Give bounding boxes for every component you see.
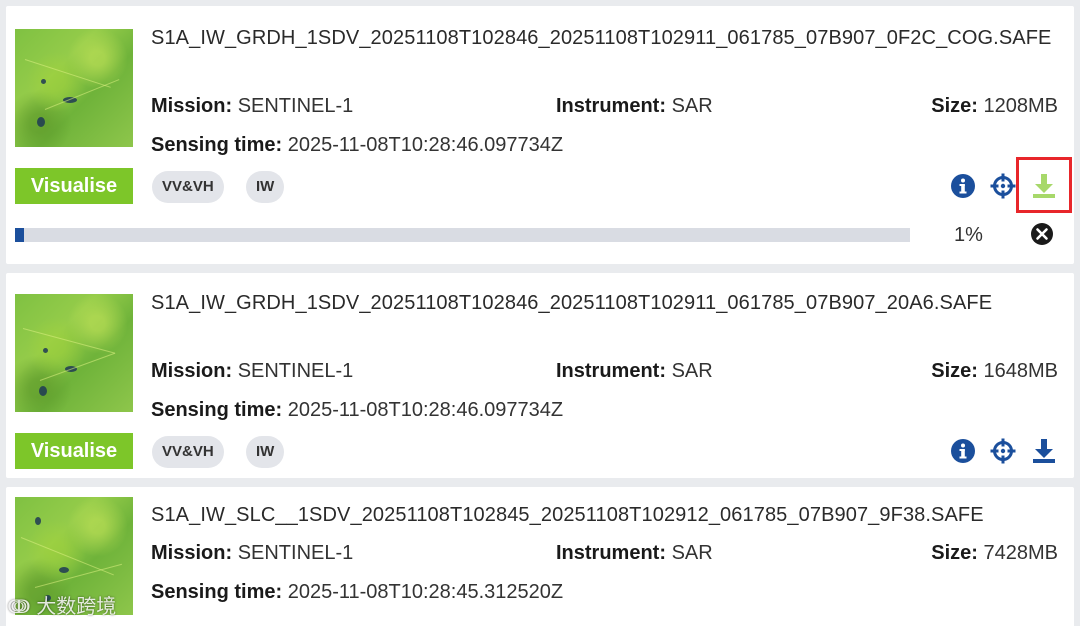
- watermark-logo-icon: ↈ: [8, 594, 30, 618]
- product-card: S1A_IW_SLC__1SDV_20251108T102845_2025110…: [6, 487, 1074, 626]
- mode-badge: IW: [246, 171, 285, 203]
- instrument-field: Instrument: SAR: [556, 541, 713, 565]
- sensing-time-field: Sensing time: 2025-11-08T10:28:45.312520…: [151, 580, 563, 604]
- instrument-value: SAR: [671, 542, 713, 564]
- product-card: S1A_IW_GRDH_1SDV_20251108T102846_2025110…: [6, 6, 1074, 264]
- mission-label: Mission:: [151, 542, 233, 564]
- visualise-button[interactable]: Visualise: [15, 168, 133, 204]
- size-label: Size:: [931, 542, 978, 564]
- polarisation-badge: VV&VH: [152, 436, 224, 468]
- mission-field: Mission: SENTINEL-1: [151, 94, 353, 118]
- visualise-button[interactable]: Visualise: [15, 433, 133, 469]
- instrument-label: Instrument:: [556, 95, 666, 117]
- download-progress-text: 1%: [954, 224, 983, 246]
- size-field: Size: 7428MB: [931, 541, 1058, 565]
- mode-badge: IW: [246, 436, 285, 468]
- crosshair-icon[interactable]: [989, 437, 1017, 465]
- instrument-field: Instrument: SAR: [556, 94, 713, 118]
- polarisation-badge: VV&VH: [152, 171, 224, 203]
- mission-value: SENTINEL-1: [237, 360, 354, 382]
- product-card: S1A_IW_GRDH_1SDV_20251108T102846_2025110…: [6, 273, 1074, 478]
- size-value: 1208MB: [983, 95, 1059, 117]
- info-icon[interactable]: [949, 172, 977, 200]
- size-label: Size:: [931, 360, 978, 382]
- sensing-time-value: 2025-11-08T10:28:46.097734Z: [287, 134, 564, 156]
- download-progress-bar: [15, 228, 910, 242]
- sensing-time-value: 2025-11-08T10:28:45.312520Z: [287, 581, 564, 603]
- product-list: S1A_IW_GRDH_1SDV_20251108T102846_2025110…: [0, 0, 1080, 626]
- product-title: S1A_IW_GRDH_1SDV_20251108T102846_2025110…: [151, 292, 993, 314]
- size-value: 7428MB: [983, 542, 1059, 564]
- size-label: Size:: [931, 95, 978, 117]
- watermark-text: 大数跨境: [36, 594, 117, 618]
- download-icon[interactable]: [1030, 437, 1058, 465]
- sensing-time-label: Sensing time:: [151, 399, 283, 421]
- mission-field: Mission: SENTINEL-1: [151, 541, 353, 565]
- size-field: Size: 1208MB: [931, 94, 1058, 118]
- size-value: 1648MB: [983, 360, 1059, 382]
- product-title: S1A_IW_GRDH_1SDV_20251108T102846_2025110…: [151, 27, 1052, 49]
- sensing-time-field: Sensing time: 2025-11-08T10:28:46.097734…: [151, 398, 563, 422]
- download-icon[interactable]: [1030, 172, 1058, 200]
- info-icon[interactable]: [949, 437, 977, 465]
- cancel-icon[interactable]: [1030, 222, 1054, 246]
- mission-value: SENTINEL-1: [237, 542, 354, 564]
- crosshair-icon[interactable]: [989, 172, 1017, 200]
- instrument-label: Instrument:: [556, 360, 666, 382]
- product-title: S1A_IW_SLC__1SDV_20251108T102845_2025110…: [151, 504, 984, 526]
- sensing-time-label: Sensing time:: [151, 134, 283, 156]
- instrument-value: SAR: [671, 360, 713, 382]
- sensing-time-value: 2025-11-08T10:28:46.097734Z: [287, 399, 564, 421]
- size-field: Size: 1648MB: [931, 359, 1058, 383]
- sensing-time-label: Sensing time:: [151, 581, 283, 603]
- mission-label: Mission:: [151, 360, 233, 382]
- product-thumbnail[interactable]: [15, 29, 133, 147]
- watermark: ↈ 大数跨境: [8, 590, 116, 619]
- product-thumbnail[interactable]: [15, 294, 133, 412]
- mission-field: Mission: SENTINEL-1: [151, 359, 353, 383]
- mission-label: Mission:: [151, 95, 233, 117]
- mission-value: SENTINEL-1: [237, 95, 354, 117]
- instrument-field: Instrument: SAR: [556, 359, 713, 383]
- instrument-label: Instrument:: [556, 542, 666, 564]
- download-progress-fill: [15, 228, 24, 242]
- instrument-value: SAR: [671, 95, 713, 117]
- sensing-time-field: Sensing time: 2025-11-08T10:28:46.097734…: [151, 133, 563, 157]
